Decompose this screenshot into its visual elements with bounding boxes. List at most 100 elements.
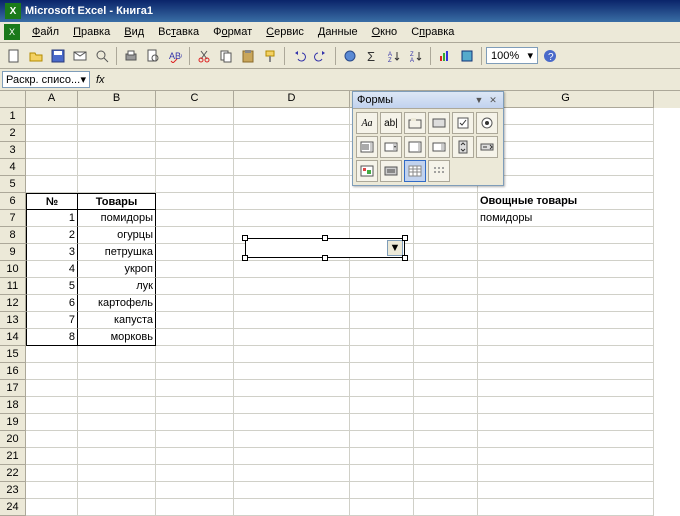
cell[interactable] [350,329,414,346]
save-icon[interactable] [48,46,68,66]
cell[interactable] [234,482,350,499]
cell[interactable] [478,363,654,380]
cell[interactable]: 6 [26,295,78,312]
forms-btn-icon[interactable] [428,112,450,134]
cell[interactable] [156,142,234,159]
cell[interactable] [234,329,350,346]
cell[interactable] [234,380,350,397]
forms-titlebar[interactable]: Формы ▼ ✕ [353,92,503,109]
preview-icon[interactable] [143,46,163,66]
cell[interactable] [78,176,156,193]
new-icon[interactable] [4,46,24,66]
cell[interactable] [26,431,78,448]
cell[interactable]: № [26,193,78,210]
cell[interactable] [414,244,478,261]
col-header[interactable]: D [234,91,350,108]
cell[interactable] [478,227,654,244]
cell[interactable] [350,380,414,397]
row-header[interactable]: 17 [0,380,26,397]
cell[interactable] [414,193,478,210]
search-icon[interactable] [92,46,112,66]
row-header[interactable]: 14 [0,329,26,346]
row-header[interactable]: 5 [0,176,26,193]
cell[interactable] [156,499,234,516]
cell[interactable] [478,278,654,295]
cell[interactable] [478,261,654,278]
cell[interactable] [234,176,350,193]
mail-icon[interactable] [70,46,90,66]
cell[interactable] [78,363,156,380]
cell[interactable]: Товары [78,193,156,210]
forms-tgl-icon[interactable] [380,160,402,182]
row-header[interactable]: 13 [0,312,26,329]
forms-group-icon[interactable] [404,112,426,134]
row-header[interactable]: 18 [0,397,26,414]
cell[interactable] [78,431,156,448]
cell[interactable] [234,193,350,210]
cell[interactable] [350,278,414,295]
cell[interactable] [26,142,78,159]
cell[interactable] [26,125,78,142]
cell[interactable] [78,448,156,465]
forms-combo-icon[interactable] [380,136,402,158]
open-icon[interactable] [26,46,46,66]
close-icon[interactable]: ✕ [487,94,499,106]
resize-handle[interactable] [242,235,248,241]
menu-tools[interactable]: Сервис [260,24,310,40]
cell[interactable] [350,261,414,278]
cell[interactable] [414,431,478,448]
cell[interactable] [234,431,350,448]
cell[interactable] [78,346,156,363]
row-header[interactable]: 1 [0,108,26,125]
cell[interactable] [78,108,156,125]
cell[interactable]: Овощные товары [478,193,654,210]
cell[interactable] [156,261,234,278]
cut-icon[interactable] [194,46,214,66]
cell[interactable] [478,380,654,397]
hyperlink-icon[interactable] [340,46,360,66]
col-header[interactable]: A [26,91,78,108]
cell[interactable] [350,397,414,414]
resize-handle[interactable] [402,235,408,241]
resize-handle[interactable] [322,235,328,241]
cell[interactable] [478,108,654,125]
cell[interactable] [78,414,156,431]
menu-file[interactable]: Файл [26,24,65,40]
cell[interactable] [156,448,234,465]
forms-scrh-icon[interactable] [428,136,450,158]
cell[interactable] [478,176,654,193]
cell[interactable]: 4 [26,261,78,278]
cell[interactable] [478,125,654,142]
row-header[interactable]: 2 [0,125,26,142]
sort-desc-icon[interactable]: ZA [406,46,426,66]
row-header[interactable]: 16 [0,363,26,380]
cell[interactable]: 2 [26,227,78,244]
cell[interactable] [156,278,234,295]
menu-data[interactable]: Данные [312,24,364,40]
name-box[interactable]: Раскр. списо...▾ [2,71,90,88]
print-icon[interactable] [121,46,141,66]
cell[interactable] [350,465,414,482]
paste-icon[interactable] [238,46,258,66]
cell[interactable] [156,363,234,380]
redo-icon[interactable] [311,46,331,66]
cell[interactable] [350,482,414,499]
row-header[interactable]: 19 [0,414,26,431]
forms-rad-icon[interactable] [476,112,498,134]
cell[interactable] [156,465,234,482]
cell[interactable] [26,448,78,465]
menu-window[interactable]: Окно [366,24,404,40]
cell[interactable] [234,295,350,312]
cell[interactable] [156,397,234,414]
cell[interactable]: лук [78,278,156,295]
forms-chk-icon[interactable] [452,112,474,134]
cell[interactable] [78,159,156,176]
row-header[interactable]: 10 [0,261,26,278]
cell[interactable]: 8 [26,329,78,346]
cell[interactable] [26,380,78,397]
cell[interactable] [156,295,234,312]
cell[interactable] [26,414,78,431]
cell[interactable] [156,227,234,244]
cell[interactable] [234,414,350,431]
cell[interactable] [350,295,414,312]
